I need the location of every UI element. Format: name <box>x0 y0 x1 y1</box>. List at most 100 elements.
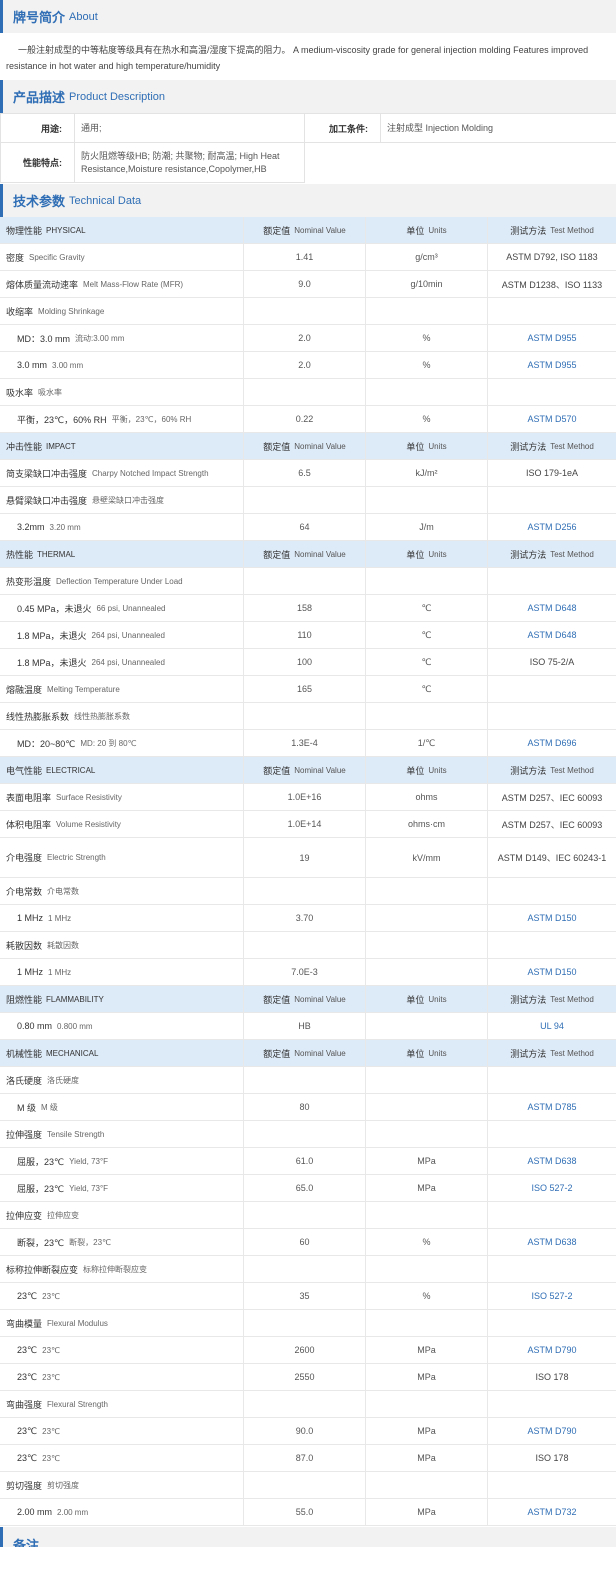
category-row: 物理性能 PHYSICAL 额定值 Nominal Value 单位 Units 测试方法 T… <box>0 217 616 244</box>
test-method-link[interactable]: ASTM D732 <box>527 1507 576 1517</box>
property-zh: 密度 <box>6 252 25 263</box>
nominal-value-cell: 2.0 <box>244 325 366 351</box>
property-cell: 密度 Specific Gravity <box>0 244 244 270</box>
test-method-cell[interactable]: ASTM D785 <box>488 1094 616 1120</box>
test-method-cell[interactable]: ASTM D790 <box>488 1337 616 1363</box>
property-cell: 介电强度 Electric Strength <box>0 838 244 877</box>
test-method-cell: ISO 75-2/A <box>488 649 616 675</box>
test-method-cell[interactable]: ASTM D955 <box>488 352 616 378</box>
table-row: M 级 M 级 80 ASTM D785 <box>0 1094 616 1121</box>
test-method-link[interactable]: ASTM D150 <box>527 913 576 923</box>
test-method-cell[interactable]: ASTM D696 <box>488 730 616 756</box>
test-method-cell[interactable]: ASTM D955 <box>488 325 616 351</box>
property-cell: 体积电阻率 Volume Resistivity <box>0 811 244 837</box>
unit-cell: % <box>366 325 488 351</box>
property-zh: 1 MHz <box>17 913 44 923</box>
unit-value: MPa <box>417 1345 436 1355</box>
property-zh: 熔融温度 <box>6 684 43 695</box>
property-en: 23℃ <box>42 1345 61 1355</box>
table-row: 表面电阻率 Surface Resistivity 1.0E+16 ohms ASTM … <box>0 784 616 811</box>
unit-cell: g/cm³ <box>366 244 488 270</box>
test-method-cell: ASTM D257、IEC 60093 <box>488 811 616 837</box>
test-method-link[interactable]: ASTM D648 <box>527 630 576 640</box>
test-method-cell[interactable]: ISO 527-2 <box>488 1175 616 1201</box>
test-method-link[interactable]: ASTM D638 <box>527 1156 576 1166</box>
category-zh: 阻燃性能 <box>6 994 43 1005</box>
nominal-value-cell: 61.0 <box>244 1148 366 1174</box>
property-cell: 耗散因数 耗散因数 <box>0 932 244 958</box>
nominal-value-cell: 1.3E-4 <box>244 730 366 756</box>
property-zh: 拉伸强度 <box>6 1129 43 1140</box>
test-method-cell[interactable]: ASTM D638 <box>488 1148 616 1174</box>
property-en: Tensile Strength <box>47 1129 105 1139</box>
unit-value: kV/mm <box>412 852 441 863</box>
test-method-cell[interactable]: ASTM D648 <box>488 595 616 621</box>
test-method-link[interactable]: ASTM D570 <box>527 414 576 424</box>
test-method-cell <box>488 1391 616 1417</box>
property-cell: 熔融温度 Melting Temperature <box>0 676 244 702</box>
nominal-header-en: Nominal Value <box>294 994 346 1004</box>
category-en: PHYSICAL <box>46 225 86 235</box>
unit-cell <box>366 1472 488 1498</box>
test-method-link[interactable]: ASTM D955 <box>527 333 576 343</box>
property-zh: 热变形温度 <box>6 576 52 587</box>
nominal-value-cell: 1.0E+14 <box>244 811 366 837</box>
property-cell: MD：3.0 mm 流动:3.00 mm <box>0 325 244 351</box>
test-method-link[interactable]: ISO 527-2 <box>531 1183 572 1193</box>
test-method-link[interactable]: ASTM D648 <box>527 603 576 613</box>
usage-value: 通用; <box>74 113 305 143</box>
test-method-cell: ASTM D149、IEC 60243-1 <box>488 838 616 877</box>
category-label: 热性能 THERMAL <box>0 541 244 567</box>
test-method-link[interactable]: UL 94 <box>540 1021 564 1031</box>
unit-cell <box>366 1202 488 1228</box>
nominal-value-cell: 158 <box>244 595 366 621</box>
category-en: IMPACT <box>46 441 76 451</box>
property-cell: 标称拉伸断裂应变 标称拉伸断裂应变 <box>0 1256 244 1282</box>
test-method-cell[interactable]: ASTM D256 <box>488 514 616 540</box>
test-method-cell[interactable]: ASTM D648 <box>488 622 616 648</box>
property-zh: 介电强度 <box>6 853 43 863</box>
category-label: 冲击性能 IMPACT <box>0 433 244 459</box>
test-method-link[interactable]: ASTM D256 <box>527 522 576 532</box>
property-zh: 平衡，23℃，60% RH <box>17 414 107 425</box>
test-method-cell[interactable]: ASTM D150 <box>488 959 616 985</box>
nominal-header-en: Nominal Value <box>294 1048 346 1058</box>
property-cell: 拉伸应变 拉伸应变 <box>0 1202 244 1228</box>
property-cell: 拉伸强度 Tensile Strength <box>0 1121 244 1147</box>
tech-header: 技术参数 Technical Data <box>0 184 616 217</box>
test-method-link[interactable]: ASTM D790 <box>527 1345 576 1355</box>
property-zh: 23℃ <box>17 1452 38 1463</box>
tech-title-zh: 技术参数 <box>13 194 66 209</box>
test-method-cell[interactable]: ASTM D638 <box>488 1229 616 1255</box>
table-row: 拉伸强度 Tensile Strength <box>0 1121 616 1148</box>
test-method-link[interactable]: ASTM D150 <box>527 967 576 977</box>
nominal-value-cell: 3.70 <box>244 905 366 931</box>
test-method-link[interactable]: ASTM D638 <box>527 1237 576 1247</box>
units-header: 单位 Units <box>366 217 488 243</box>
test-method-cell[interactable]: ISO 527-2 <box>488 1283 616 1309</box>
test-method-cell[interactable]: ASTM D570 <box>488 406 616 432</box>
test-method-cell <box>488 1121 616 1147</box>
category-en: FLAMMABILITY <box>46 994 104 1004</box>
unit-value: J/m <box>419 522 434 532</box>
property-zh: 弯曲模量 <box>6 1318 43 1329</box>
test-method-cell[interactable]: UL 94 <box>488 1013 616 1039</box>
test-method-link[interactable]: ASTM D955 <box>527 360 576 370</box>
unit-cell <box>366 1121 488 1147</box>
test-method-link[interactable]: ASTM D696 <box>527 738 576 748</box>
unit-cell: MPa <box>366 1337 488 1363</box>
test-method-link[interactable]: ASTM D790 <box>527 1426 576 1436</box>
nominal-header-zh: 额定值 <box>263 765 291 776</box>
test-method-cell[interactable]: ASTM D150 <box>488 905 616 931</box>
test-method-link[interactable]: ASTM D785 <box>527 1102 576 1112</box>
property-en: Electric Strength <box>47 853 106 862</box>
test-method-cell[interactable]: ASTM D732 <box>488 1499 616 1525</box>
property-en: 悬壁梁缺口冲击强度 <box>92 495 165 505</box>
test-method-cell: ISO 178 <box>488 1445 616 1471</box>
table-row: 热变形温度 Deflection Temperature Under Load <box>0 568 616 595</box>
test-method-cell[interactable]: ASTM D790 <box>488 1418 616 1444</box>
nominal-value-cell: 35 <box>244 1283 366 1309</box>
nominal-header-zh: 额定值 <box>263 1048 291 1059</box>
test-method-link[interactable]: ISO 527-2 <box>531 1291 572 1301</box>
property-cell: 1.8 MPa，未退火 264 psi, Unannealed <box>0 649 244 675</box>
